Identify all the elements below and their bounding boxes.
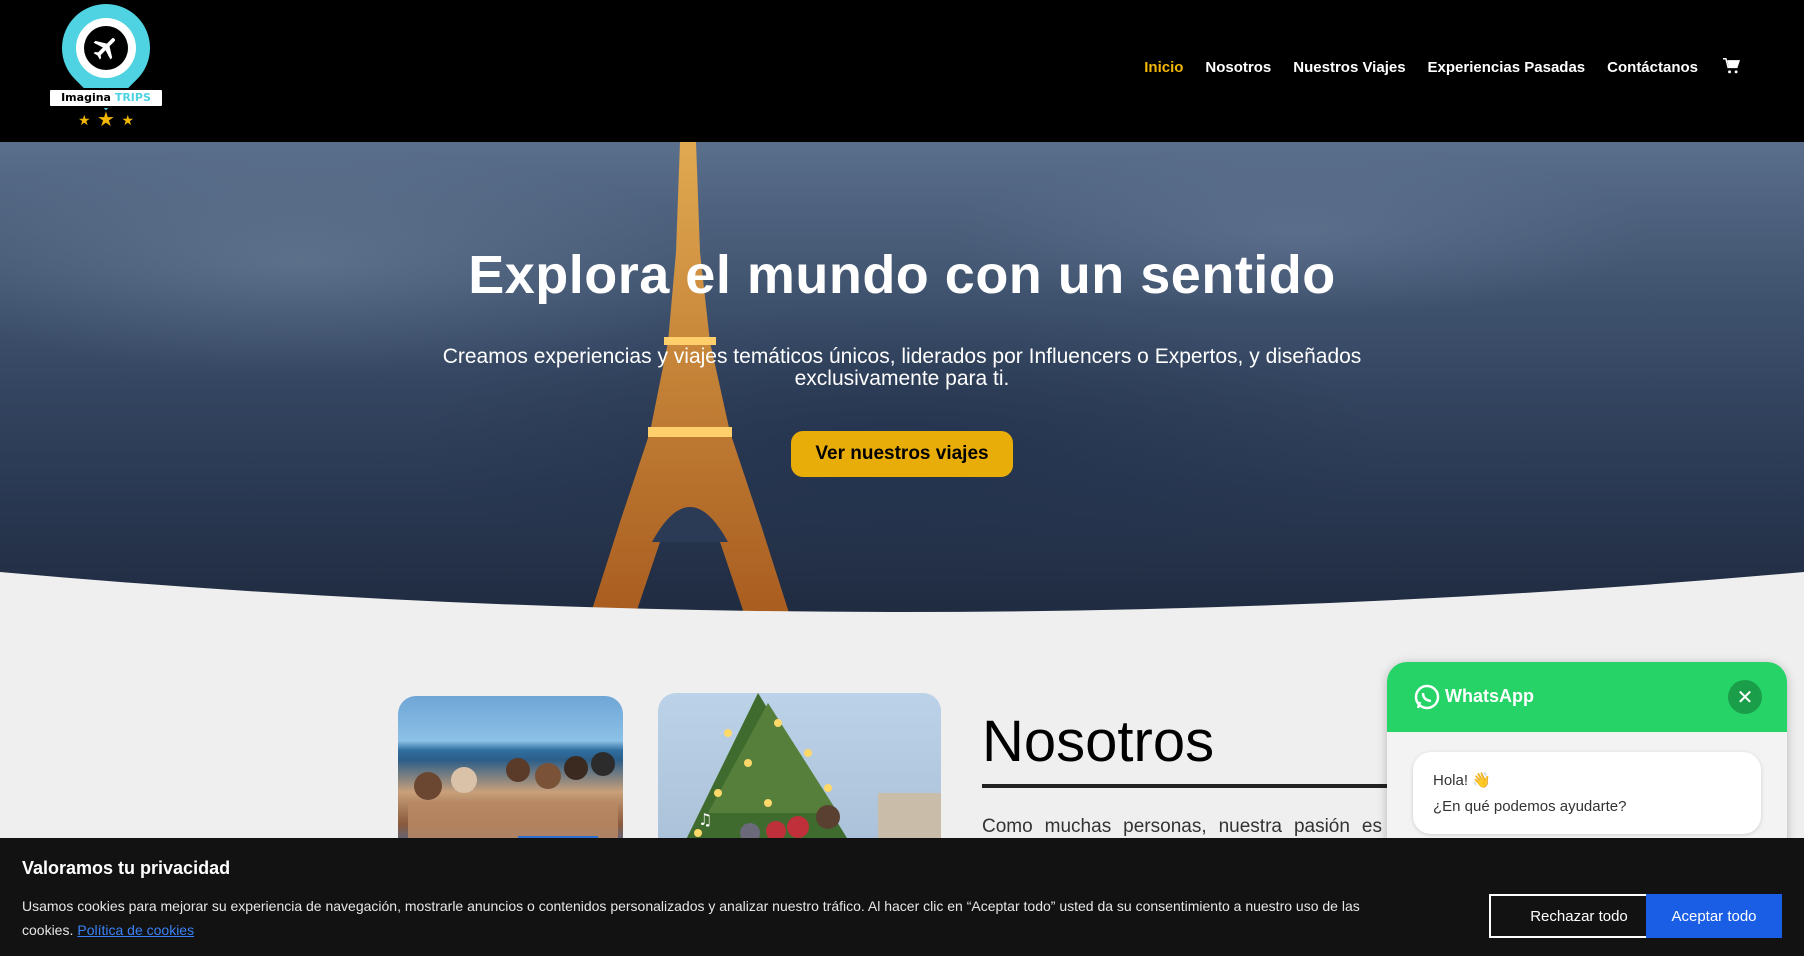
- nav-item-nosotros[interactable]: Nosotros: [1205, 59, 1271, 76]
- about-title: Nosotros: [982, 709, 1215, 774]
- cart-icon[interactable]: [1722, 58, 1742, 76]
- cookie-policy-link[interactable]: Política de cookies: [77, 922, 194, 938]
- christmas-tree-photo: ♫: [658, 693, 941, 856]
- site-logo[interactable]: Imagina TRIPS ★ ★ ★: [43, 0, 169, 134]
- close-icon[interactable]: ✕: [1728, 680, 1762, 714]
- view-trips-button[interactable]: Ver nuestros viajes: [791, 431, 1013, 477]
- hero-curve: [0, 572, 1804, 616]
- star-icon: ★: [97, 109, 115, 131]
- cookie-text: Usamos cookies para mejorar su experienc…: [22, 894, 1382, 942]
- nav-item-contactanos[interactable]: Contáctanos: [1607, 59, 1698, 76]
- svg-text:♫: ♫: [698, 810, 712, 829]
- whatsapp-greeting: Hola! 👋: [1433, 772, 1491, 789]
- whatsapp-header: WhatsApp ✕: [1387, 662, 1787, 732]
- main-nav: Inicio Nosotros Nuestros Viajes Experien…: [1144, 58, 1742, 76]
- about-text: Como muchas personas, nuestra pasión es: [982, 816, 1382, 837]
- about-divider: [982, 784, 1402, 788]
- accept-all-button[interactable]: Aceptar todo: [1646, 894, 1782, 938]
- hero-subtitle: Creamos experiencias y viajes temáticos …: [442, 345, 1362, 390]
- nav-item-inicio[interactable]: Inicio: [1144, 59, 1183, 76]
- cookie-text-body: Usamos cookies para mejorar su experienc…: [22, 898, 1360, 938]
- whatsapp-question: ¿En qué podemos ayudarte?: [1433, 798, 1627, 815]
- cookie-banner: Valoramos tu privacidad Usamos cookies p…: [0, 838, 1804, 956]
- nav-item-experiencias-pasadas[interactable]: Experiencias Pasadas: [1428, 59, 1586, 76]
- star-icon: ★: [78, 112, 91, 128]
- logo-stars: ★ ★ ★: [78, 110, 134, 130]
- site-header: Imagina TRIPS ★ ★ ★ Inicio Nosotros Nues…: [0, 0, 1804, 142]
- whatsapp-message: Hola! 👋 ¿En qué podemos ayudarte?: [1413, 752, 1761, 834]
- plane-icon: [76, 18, 136, 78]
- hero-title: Explora el mundo con un sentido: [468, 245, 1336, 305]
- group-beach-photo: [398, 696, 623, 856]
- whatsapp-icon: [1414, 684, 1440, 710]
- reject-all-button[interactable]: Rechazar todo: [1489, 894, 1669, 938]
- logo-wordmark: Imagina TRIPS: [48, 88, 164, 108]
- nav-item-nuestros-viajes[interactable]: Nuestros Viajes: [1293, 59, 1405, 76]
- cookie-title: Valoramos tu privacidad: [22, 858, 231, 878]
- star-icon: ★: [121, 112, 134, 128]
- whatsapp-title: WhatsApp: [1445, 686, 1534, 706]
